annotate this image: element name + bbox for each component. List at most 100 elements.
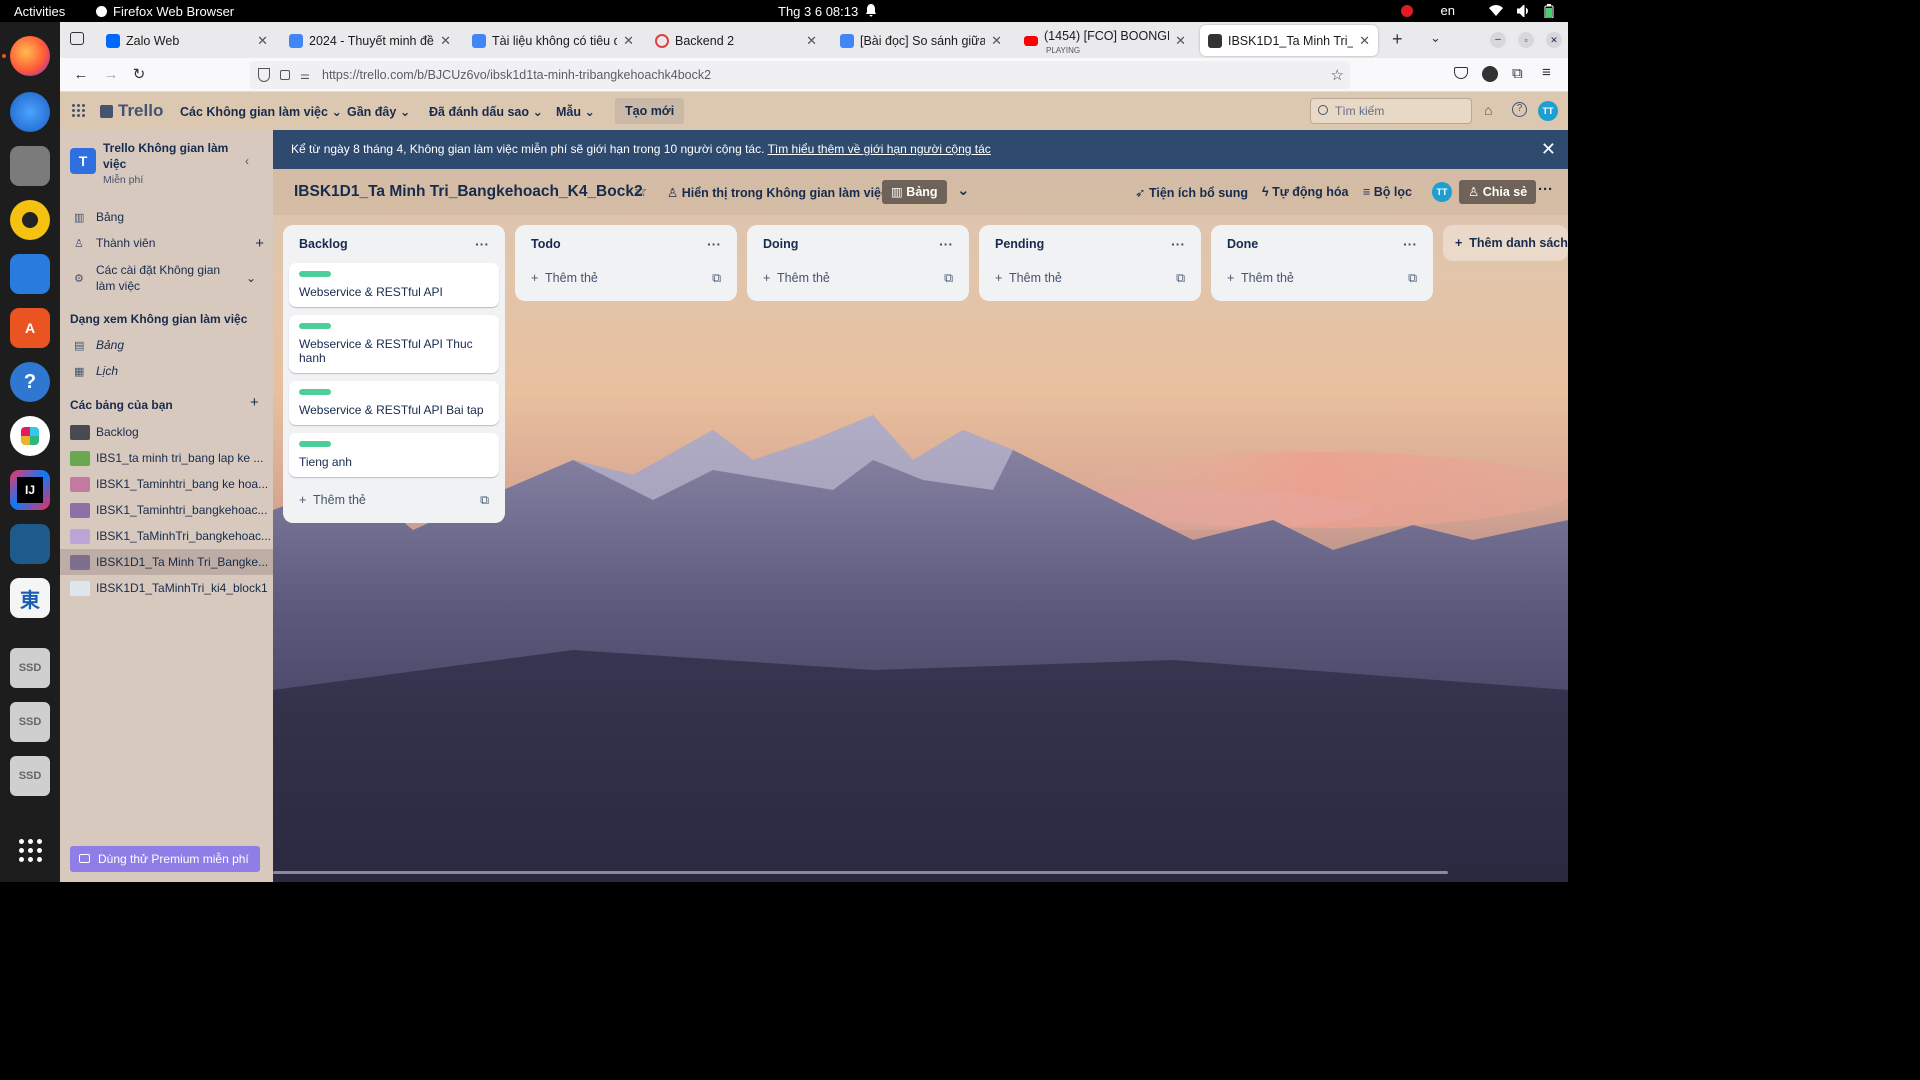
new-tab-button[interactable]: + [1392, 29, 1403, 50]
close-icon[interactable]: ✕ [806, 33, 817, 49]
search-input[interactable]: Tìm kiếm [1310, 98, 1472, 124]
template-icon[interactable]: ⧉ [944, 271, 953, 286]
extensions-icon[interactable]: ⧉ [1512, 65, 1523, 82]
reload-icon[interactable]: ↻ [130, 66, 148, 84]
sidebar-board[interactable]: IBSK1_TaMinhTri_bangkehoac... [60, 523, 273, 549]
thunderbird-icon[interactable] [10, 92, 50, 132]
app-center-icon[interactable]: A [10, 308, 50, 348]
add-card-button[interactable]: + Thêm thẻ ⧉ [289, 485, 499, 515]
menu-recent[interactable]: Gần đây ⌄ [347, 104, 410, 119]
card[interactable]: Webservice & RESTful API [289, 263, 499, 307]
dictionary-icon[interactable]: 東 [10, 578, 50, 618]
account-icon[interactable] [1482, 66, 1498, 82]
intellij-icon[interactable]: IJ [10, 470, 50, 510]
more-icon[interactable]: ··· [707, 236, 721, 252]
add-card-button[interactable]: + Thêm thẻ ⧉ [1217, 263, 1427, 293]
collapse-sidebar-icon[interactable]: ‹ [245, 154, 249, 168]
menu-workspaces[interactable]: Các Không gian làm việc ⌄ [180, 104, 342, 119]
language-indicator[interactable]: en [1441, 3, 1455, 18]
browser-tab[interactable]: (1454) [FCO] BOONGMIN✕ PLAYING [1016, 25, 1194, 56]
close-window-button[interactable]: ✕ [1546, 32, 1562, 48]
system-tray[interactable]: en [1400, 3, 1554, 18]
more-icon[interactable]: ··· [1171, 236, 1185, 252]
add-card-button[interactable]: + Thêm thẻ ⧉ [753, 263, 963, 293]
maximize-button[interactable]: ▫ [1518, 32, 1534, 48]
chevron-down-icon[interactable]: ⌄ [246, 271, 256, 285]
list-title[interactable]: Backlog [299, 237, 348, 251]
add-card-button[interactable]: + Thêm thẻ ⧉ [985, 263, 1195, 293]
close-icon[interactable]: ✕ [257, 33, 268, 49]
back-icon[interactable]: ← [72, 66, 90, 84]
powerups-button[interactable]: ➶ Tiện ích bổ sung [1135, 185, 1248, 200]
shield-icon[interactable] [258, 68, 270, 82]
card[interactable]: Webservice & RESTful API Thuc hanh [289, 315, 499, 373]
browser-tab[interactable]: Backend 2 ✕ [647, 25, 825, 56]
sidebar-view-board[interactable]: ▤ Bảng [74, 338, 264, 352]
lock-icon[interactable] [280, 70, 290, 80]
pocket-icon[interactable] [1454, 67, 1468, 79]
ssd-drive-icon[interactable]: SSD [10, 756, 50, 796]
avatar[interactable]: TT [1538, 101, 1558, 121]
close-icon[interactable]: ✕ [623, 33, 634, 49]
template-icon[interactable]: ⧉ [1408, 271, 1417, 286]
star-icon[interactable]: ☆ [634, 182, 647, 200]
sidebar-board[interactable]: Backlog [60, 419, 273, 445]
sidebar-item-boards[interactable]: ▥ Bảng [74, 210, 264, 224]
premium-trial-button[interactable]: Dùng thử Premium miễn phí [70, 846, 260, 872]
add-card-button[interactable]: + Thêm thẻ ⧉ [521, 263, 731, 293]
activities-button[interactable]: Activities [14, 4, 65, 19]
more-icon[interactable]: ··· [939, 236, 953, 252]
help-icon[interactable]: ? [10, 362, 50, 402]
create-button[interactable]: Tạo mới [615, 98, 685, 124]
learn-more-link[interactable]: Tìm hiểu thêm về giới hạn người cộng tác [768, 142, 991, 156]
ssd-drive-icon[interactable]: SSD [10, 702, 50, 742]
board-horizontal-scrollbar[interactable] [273, 871, 1448, 874]
close-icon[interactable]: ✕ [991, 33, 1002, 49]
bookmark-star-icon[interactable]: ☆ [1331, 66, 1344, 84]
view-switcher-chevron[interactable]: ⌄ [957, 181, 970, 199]
plus-icon[interactable]: + [255, 235, 264, 252]
app-switcher-icon[interactable] [72, 104, 85, 117]
list-title[interactable]: Done [1227, 237, 1258, 251]
add-list-button[interactable]: + Thêm danh sách khác [1443, 225, 1568, 261]
permissions-icon[interactable]: ⚌ [300, 69, 310, 82]
files-icon[interactable] [10, 146, 50, 186]
minimize-button[interactable]: – [1490, 32, 1506, 48]
firefox-icon[interactable] [10, 36, 50, 76]
browser-tab[interactable]: Zalo Web ✕ [98, 25, 276, 56]
close-icon[interactable]: ✕ [1175, 33, 1186, 49]
sidebar-board[interactable]: IBSK1_Taminhtri_bang ke hoa... [60, 471, 273, 497]
more-icon[interactable]: ··· [1403, 236, 1417, 252]
board-view-button[interactable]: ▥ Bảng [882, 180, 947, 204]
board-title[interactable]: IBSK1D1_Ta Minh Tri_Bangkehoach_K4_Bock2 [294, 183, 643, 201]
sidebar-board[interactable]: IBSK1_Taminhtri_bangkehoac... [60, 497, 273, 523]
browser-tab[interactable]: Tài liệu không có tiêu đề ✕ [464, 25, 642, 56]
menu-icon[interactable]: ≡ [1542, 64, 1551, 81]
template-icon[interactable]: ⧉ [480, 493, 489, 508]
member-avatar[interactable]: TT [1432, 182, 1452, 202]
close-icon[interactable]: ✕ [1541, 130, 1556, 169]
template-icon[interactable]: ⧉ [712, 271, 721, 286]
sidebar-board[interactable]: IBS1_ta minh tri_bang lap ke ... [60, 445, 273, 471]
menu-templates[interactable]: Mẫu ⌄ [556, 104, 595, 119]
visibility-button[interactable]: ♙ Hiển thị trong Không gian làm việc [667, 185, 888, 200]
tab-overview-icon[interactable] [70, 32, 84, 45]
sidebar-item-members[interactable]: ♙ Thành viên + [74, 235, 264, 252]
share-button[interactable]: ♙ Chia sẻ [1459, 180, 1537, 204]
notifications-icon[interactable]: ⌂ [1484, 102, 1492, 118]
browser-tab[interactable]: 2024 - Thuyết minh đề tà ✕ [281, 25, 459, 56]
url-text[interactable]: https://trello.com/b/BJCUz6vo/ibsk1d1ta-… [322, 68, 711, 82]
add-board-icon[interactable]: + [250, 394, 259, 411]
menu-starred[interactable]: Đã đánh dấu sao ⌄ [429, 104, 543, 119]
sidebar-item-settings[interactable]: ⚙ Các cài đặt Không gian làm việc ⌄ [74, 262, 256, 294]
browser-tab-active[interactable]: IBSK1D1_Ta Minh Tri_Ba✕ [1200, 25, 1378, 56]
automation-button[interactable]: ϟ Tự động hóa [1262, 185, 1349, 199]
forward-icon[interactable]: → [102, 66, 120, 84]
libreoffice-writer-icon[interactable] [10, 254, 50, 294]
template-icon[interactable]: ⧉ [1176, 271, 1185, 286]
more-icon[interactable]: ··· [475, 236, 489, 252]
list-title[interactable]: Doing [763, 237, 798, 251]
slack-icon[interactable] [10, 416, 50, 456]
url-bar[interactable]: ⚌ https://trello.com/b/BJCUz6vo/ibsk1d1t… [250, 61, 1350, 89]
sidebar-board-active[interactable]: IBSK1D1_Ta Minh Tri_Bangke... [60, 549, 273, 575]
